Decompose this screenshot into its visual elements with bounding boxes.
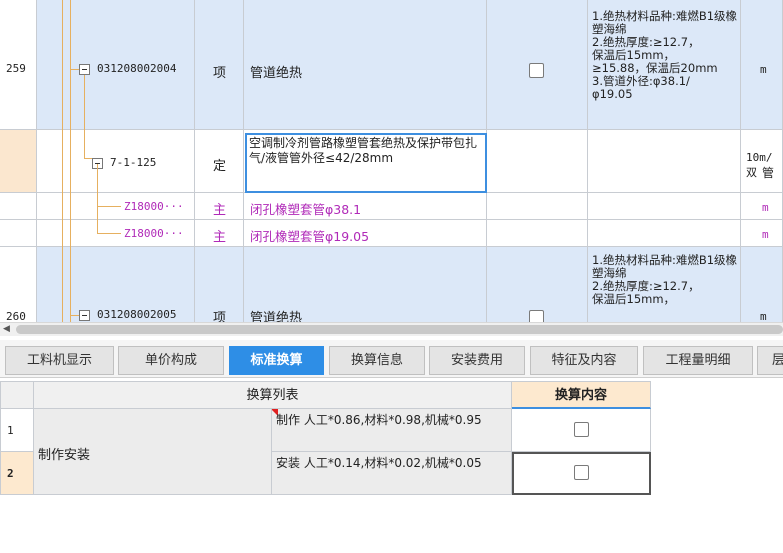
quota-name-editor[interactable]: 空调制冷剂管路橡塑管套绝热及保护带包扎 气/液管管外径≤42/28mm (245, 133, 487, 193)
scroll-left-icon[interactable]: ◀ (3, 323, 10, 336)
item-features: 1.绝热材料品种:难燃B1级橡塑海绵 2.绝热厚度:≥12.7， 保温后15mm… (592, 253, 738, 306)
header-conversion-content: 换算内容 (512, 381, 651, 409)
tree-line (84, 158, 92, 159)
quota-name: 空调制冷剂管路橡塑管套绝热及保护带包扎 气/液管管外径≤42/28mm (249, 136, 478, 165)
features-cell (588, 130, 741, 193)
item-type: 项 (213, 66, 227, 81)
material-unit: m (762, 228, 769, 241)
tab-labor-material-machine[interactable]: 工料机显示 (5, 346, 114, 375)
table-row[interactable]: 259 031208002004 项 管道绝热 1.绝热材料品种:难燃B1级橡塑… (0, 0, 783, 130)
conversion-check-cell[interactable] (512, 452, 651, 495)
quota-code: 7-1-125 (110, 156, 157, 169)
item-code: 031208002004 (97, 62, 177, 75)
item-features: 1.绝热材料品种:难燃B1级橡塑海绵 2.绝热厚度:≥12.7， 保温后15mm… (592, 9, 738, 101)
tab-installation-fee[interactable]: 安装费用 (429, 346, 525, 375)
quota-unit-line2: 管 (762, 166, 775, 180)
header-conversion-content-label: 换算内容 (554, 388, 607, 403)
conversion-checkbox[interactable] (574, 422, 589, 437)
tab-conversion-info[interactable]: 换算信息 (329, 346, 425, 375)
features-cell (588, 193, 741, 220)
row-number-cell (0, 130, 37, 193)
material-name[interactable]: 闭孔橡塑套管φ38.1 (250, 199, 361, 218)
tree-line (70, 315, 79, 316)
group-cell: 制作安装 (34, 409, 272, 495)
conversion-text: 安装 人工*0.14,材料*0.02,机械*0.05 (276, 456, 482, 470)
material-code: Z18000··· (124, 227, 184, 240)
header-conversion-list: 换算列表 (34, 381, 512, 409)
upper-grid: 259 031208002004 项 管道绝热 1.绝热材料品种:难燃B1级橡塑… (0, 0, 783, 322)
table-row[interactable]: 7-1-125 定 空调制冷剂管路橡塑管套绝热及保护带包扎 气/液管管外径≤42… (0, 130, 783, 193)
row-checkbox[interactable] (529, 310, 544, 322)
quota-type: 定 (213, 159, 227, 174)
tree-line (70, 69, 79, 70)
header-conversion-list-label: 换算列表 (246, 388, 299, 403)
row-number: 259 (6, 62, 26, 75)
tree-line (62, 0, 63, 322)
tab-standard-conversion[interactable]: 标准换算 (229, 346, 324, 375)
tab-features-content[interactable]: 特征及内容 (530, 346, 638, 375)
material-type: 主 (213, 230, 227, 245)
tree-line (97, 233, 121, 234)
material-name[interactable]: 闭孔橡塑套管φ19.05 (250, 226, 369, 245)
item-unit: m (760, 310, 767, 322)
row-number-cell (0, 220, 37, 247)
item-name[interactable]: 管道绝热 (250, 307, 302, 322)
conversion-check-cell[interactable] (512, 409, 651, 452)
check-cell (487, 130, 588, 193)
group-label: 制作安装 (38, 448, 91, 463)
tab-quantity-details[interactable]: 工程量明细 (643, 346, 753, 375)
check-cell (487, 220, 588, 247)
row-number: 1 (7, 424, 14, 437)
row-number: 2 (7, 467, 14, 480)
corner-cell (0, 381, 34, 409)
features-cell (588, 220, 741, 247)
conversion-table: 换算列表 换算内容 1 2 制作安装 制作 人工*0.86,材料*0.98,机械… (0, 378, 783, 553)
tree-line (97, 206, 121, 207)
item-name[interactable]: 管道绝热 (250, 62, 302, 81)
collapse-icon[interactable] (79, 310, 90, 321)
tab-unit-price-composition[interactable]: 单价构成 (118, 346, 224, 375)
collapse-icon[interactable] (79, 64, 90, 75)
conversion-text: 制作 人工*0.86,材料*0.98,机械*0.95 (276, 413, 482, 427)
conversion-row-text-cell[interactable]: 制作 人工*0.86,材料*0.98,机械*0.95 (272, 409, 512, 452)
conversion-checkbox[interactable] (574, 465, 589, 480)
tab-more[interactable]: 层 (757, 346, 783, 375)
table-row[interactable]: 260 031208002005 项 管道绝热 1.绝热材料品种:难燃B1级橡塑… (0, 247, 783, 322)
material-unit: m (762, 201, 769, 214)
tree-line (97, 164, 98, 234)
row-number-cell (0, 193, 37, 220)
tree-line (70, 0, 71, 322)
conversion-row-text-cell[interactable]: 安装 人工*0.14,材料*0.02,机械*0.05 (272, 452, 512, 495)
item-code: 031208002005 (97, 308, 177, 321)
scrollbar-thumb[interactable] (16, 325, 783, 334)
item-unit: m (760, 63, 767, 76)
row-number-cell: 2 (0, 452, 34, 495)
tree-line (84, 75, 85, 159)
horizontal-scrollbar[interactable]: ◀ (0, 322, 783, 336)
row-number: 260 (6, 310, 26, 322)
material-type: 主 (213, 203, 227, 218)
check-cell (487, 193, 588, 220)
row-number-cell: 1 (0, 409, 34, 452)
item-type: 项 (213, 311, 227, 322)
row-checkbox[interactable] (529, 63, 544, 78)
material-code: Z18000··· (124, 200, 184, 213)
